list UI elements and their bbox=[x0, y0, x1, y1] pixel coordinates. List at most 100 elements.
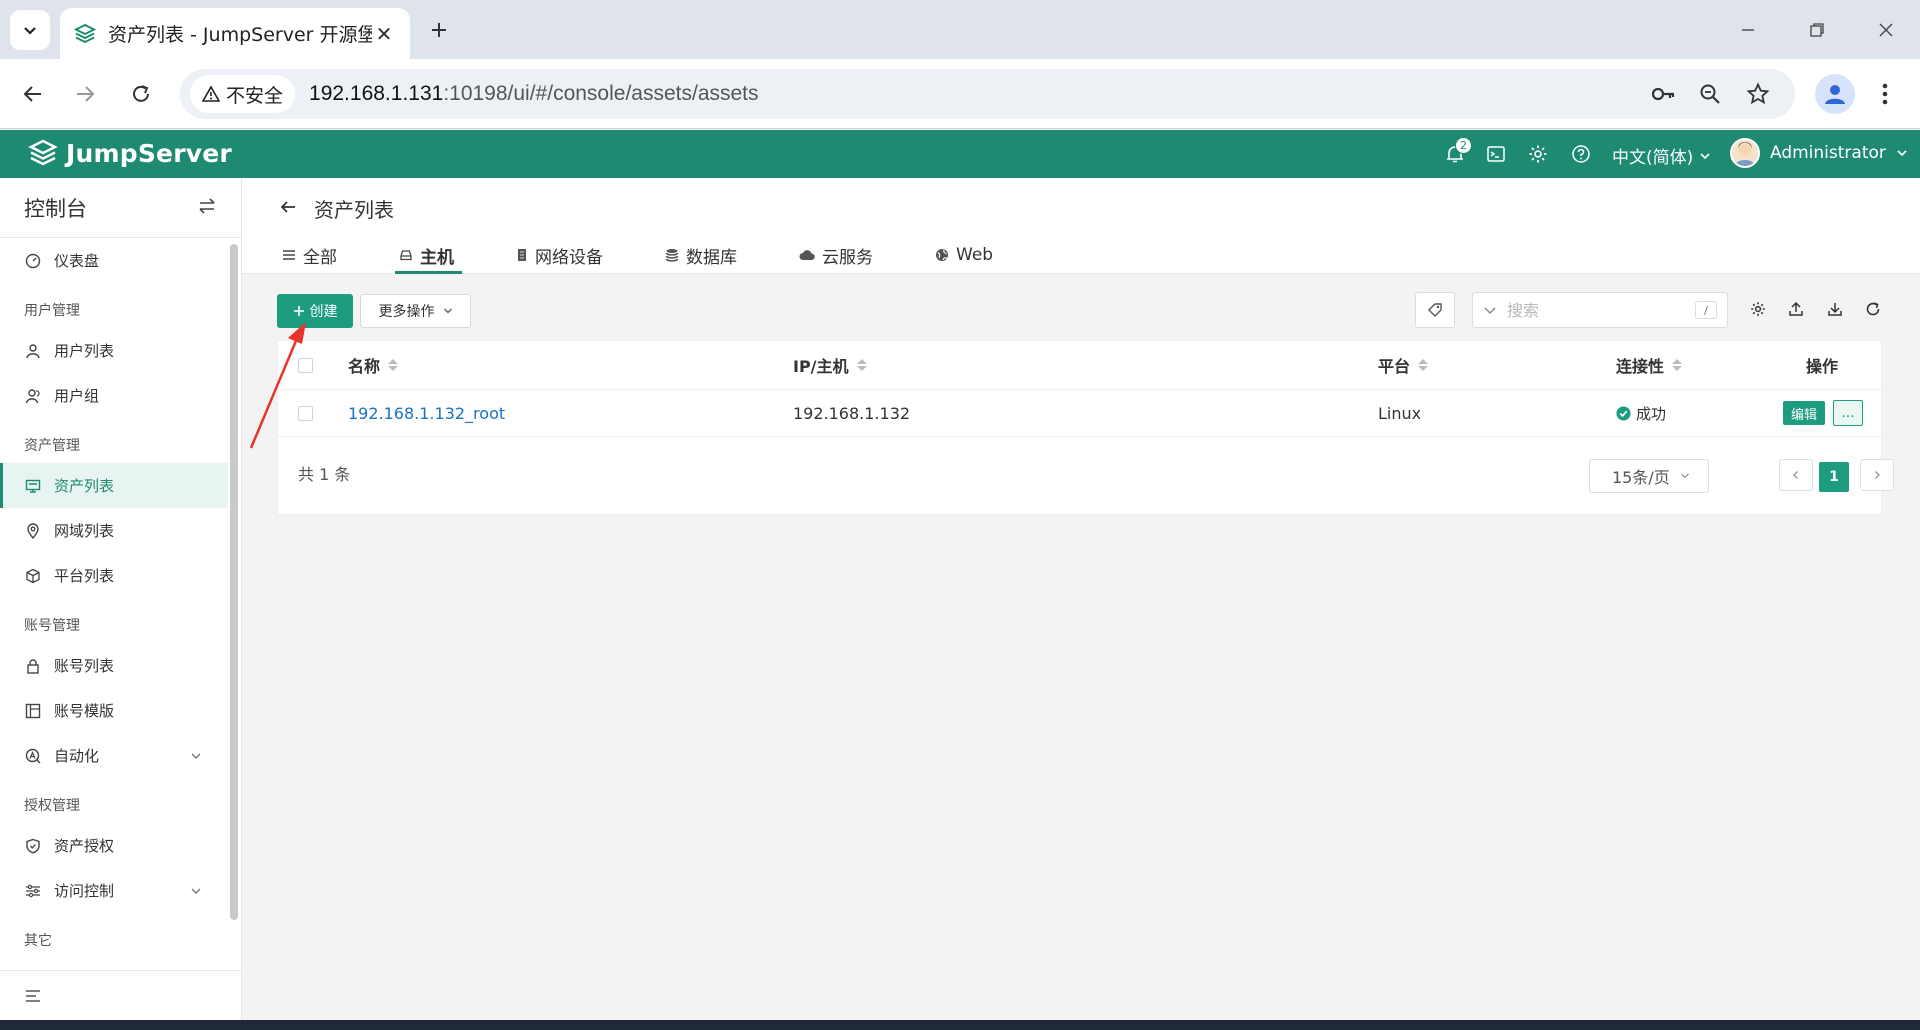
checkbox-box[interactable] bbox=[298, 357, 313, 373]
window-minimize-button[interactable] bbox=[1733, 15, 1763, 45]
tab-network-device[interactable]: 网络设备 bbox=[516, 236, 603, 274]
next-page-button[interactable] bbox=[1860, 459, 1894, 491]
address-bar[interactable]: 不安全 192.168.1.131:10198/ui/#/console/ass… bbox=[180, 69, 1795, 119]
forward-button[interactable] bbox=[68, 77, 102, 111]
search-box[interactable]: / bbox=[1472, 292, 1728, 328]
notifications-button[interactable]: 2 bbox=[1444, 137, 1472, 165]
globe-icon bbox=[935, 248, 949, 262]
column-header-platform[interactable]: 平台 bbox=[1378, 341, 1429, 389]
column-ip-label: IP/主机 bbox=[793, 357, 849, 376]
key-icon bbox=[1651, 87, 1675, 101]
sort-icon[interactable] bbox=[1672, 359, 1683, 371]
more-actions-dropdown[interactable]: 更多操作 bbox=[360, 294, 471, 328]
export-button[interactable] bbox=[1824, 298, 1846, 320]
tab-label: 网络设备 bbox=[535, 247, 603, 268]
tab-cloud[interactable]: 云服务 bbox=[799, 236, 873, 274]
table-row[interactable]: 192.168.1.132_root 192.168.1.132 Linux 成… bbox=[278, 390, 1881, 437]
web-terminal-button[interactable] bbox=[1485, 143, 1507, 165]
page-back-button[interactable] bbox=[278, 197, 298, 221]
url-text[interactable]: 192.168.1.131:10198/ui/#/console/assets/… bbox=[309, 82, 759, 106]
new-tab-button[interactable] bbox=[424, 15, 454, 45]
arrow-right-icon bbox=[77, 86, 95, 102]
browser-profile-button[interactable] bbox=[1815, 74, 1855, 114]
browser-menu-button[interactable] bbox=[1870, 77, 1900, 111]
dashboard-icon bbox=[24, 252, 42, 270]
select-all-checkbox[interactable] bbox=[298, 341, 313, 389]
tab-globe[interactable]: Web bbox=[935, 236, 993, 274]
sidebar-item[interactable]: 资产授权 bbox=[0, 823, 228, 868]
page-header: 资产列表 全部 主机 网络设备 数据库 云服务 Web bbox=[242, 178, 1920, 274]
help-button[interactable] bbox=[1570, 143, 1592, 165]
close-tab-icon[interactable]: ✕ bbox=[372, 22, 396, 46]
tab-host[interactable]: 主机 bbox=[395, 236, 462, 274]
page-number-current[interactable]: 1 bbox=[1819, 462, 1849, 492]
settings-button[interactable] bbox=[1527, 143, 1549, 165]
sort-icon[interactable] bbox=[388, 359, 399, 371]
password-manager-button[interactable] bbox=[1648, 79, 1678, 109]
download-icon bbox=[1828, 303, 1842, 316]
more-actions-label: 更多操作 bbox=[378, 304, 435, 320]
back-button[interactable] bbox=[16, 77, 50, 111]
sidebar-item[interactable]: 账号列表 bbox=[0, 643, 228, 688]
checkbox-box[interactable] bbox=[298, 405, 313, 421]
asset-name-link[interactable]: 192.168.1.132_root bbox=[348, 390, 505, 436]
zoom-icon bbox=[1700, 84, 1720, 104]
chevron-down-icon[interactable] bbox=[1483, 303, 1497, 317]
reload-button[interactable] bbox=[124, 77, 158, 111]
more-row-actions-button[interactable]: ... bbox=[1833, 400, 1863, 426]
sidebar-item[interactable]: 用户组 bbox=[0, 373, 228, 418]
language-selector[interactable]: 中文(简体) bbox=[1612, 143, 1711, 168]
profile-icon bbox=[1825, 85, 1845, 104]
sidebar-item[interactable]: 平台列表 bbox=[0, 553, 228, 598]
row-actions: 编辑 ... bbox=[1783, 390, 1863, 436]
column-header-connectivity[interactable]: 连接性 bbox=[1616, 341, 1683, 389]
search-input[interactable] bbox=[1507, 300, 1677, 320]
host-icon bbox=[399, 248, 413, 262]
user-menu[interactable]: Administrator bbox=[1730, 138, 1908, 168]
sort-icon[interactable] bbox=[1418, 359, 1429, 371]
create-button[interactable]: 创建 bbox=[277, 294, 353, 328]
page-size-select[interactable]: 15条/页 bbox=[1589, 459, 1709, 493]
refresh-button[interactable] bbox=[1862, 298, 1884, 320]
monitor-icon bbox=[24, 477, 42, 495]
prev-page-button[interactable] bbox=[1779, 459, 1813, 491]
import-button[interactable] bbox=[1785, 298, 1807, 320]
chevron-down-icon[interactable] bbox=[190, 748, 202, 766]
site-security-chip[interactable]: 不安全 bbox=[190, 75, 296, 113]
switch-arrows-icon bbox=[199, 197, 215, 214]
switch-view-button[interactable] bbox=[197, 196, 217, 220]
jumpserver-favicon-icon bbox=[74, 23, 96, 43]
sidebar-item[interactable]: 访问控制 bbox=[0, 868, 228, 913]
window-restore-button[interactable] bbox=[1802, 15, 1832, 45]
sidebar-item[interactable]: 仪表盘 bbox=[0, 238, 228, 283]
sidebar-item[interactable]: 网域列表 bbox=[0, 508, 228, 553]
zoom-button[interactable] bbox=[1695, 79, 1725, 109]
sidebar-collapse-button[interactable] bbox=[0, 970, 242, 1020]
tab-database[interactable]: 数据库 bbox=[665, 236, 737, 274]
terminal-icon bbox=[1487, 146, 1505, 162]
sidebar-item[interactable]: 自动化 bbox=[0, 733, 228, 778]
column-header-ip[interactable]: IP/主机 bbox=[793, 341, 867, 389]
table-settings-button[interactable] bbox=[1747, 298, 1769, 320]
window-close-button[interactable] bbox=[1871, 15, 1901, 45]
sidebar-item[interactable]: 账号模版 bbox=[0, 688, 228, 733]
tab-label: 主机 bbox=[420, 247, 454, 268]
tag-filter-button[interactable] bbox=[1415, 292, 1455, 328]
chevron-down-icon[interactable] bbox=[190, 883, 202, 901]
sidebar-scrollbar[interactable] bbox=[230, 244, 238, 920]
tab-label: 全部 bbox=[303, 247, 337, 268]
bookmark-button[interactable] bbox=[1743, 79, 1773, 109]
jumpserver-logo[interactable]: JumpServer bbox=[28, 138, 232, 168]
sidebar-item[interactable]: 用户列表 bbox=[0, 328, 228, 373]
tab-list[interactable]: 全部 bbox=[282, 236, 337, 274]
sidebar-item[interactable]: 资产列表 bbox=[0, 463, 228, 508]
tab-search-button[interactable] bbox=[10, 10, 50, 50]
edit-button[interactable]: 编辑 bbox=[1783, 401, 1825, 425]
column-header-name[interactable]: 名称 bbox=[348, 341, 399, 389]
connectivity-status: 成功 bbox=[1616, 390, 1666, 436]
row-checkbox[interactable] bbox=[298, 390, 313, 436]
sort-icon[interactable] bbox=[856, 359, 867, 371]
plus-icon bbox=[293, 306, 304, 316]
browser-tab-active[interactable]: 资产列表 - JumpServer 开源堡 ✕ bbox=[60, 8, 410, 59]
main-content: 资产列表 全部 主机 网络设备 数据库 云服务 Web 创建 更多操作 / 名称 IP/主… bbox=[242, 178, 1920, 1020]
